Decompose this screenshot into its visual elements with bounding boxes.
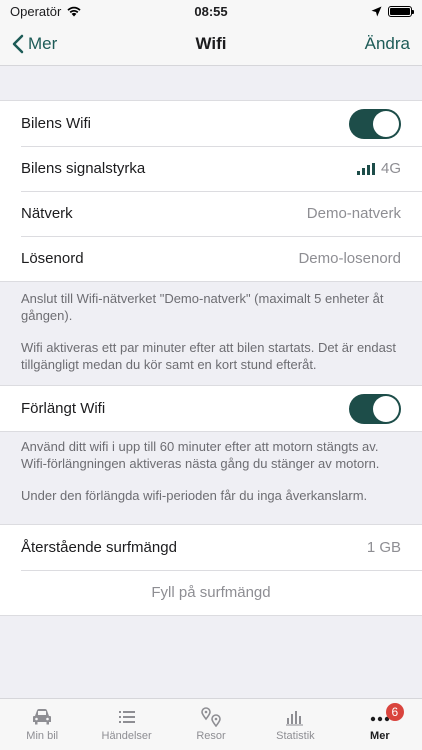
- password-row: Lösenord Demo-losenord: [0, 236, 422, 281]
- extended-footnote-p2: Under den förlängda wifi-perioden får du…: [21, 488, 368, 503]
- extended-footnote-p1: Använd ditt wifi i upp till 60 minuter e…: [21, 439, 380, 471]
- remaining-data-label: Återstående surfmängd: [21, 539, 177, 556]
- status-right: [371, 5, 414, 17]
- tab-label: Händelser: [101, 730, 152, 742]
- wifi-footnote: Anslut till Wifi-nätverket "Demo-natverk…: [0, 282, 422, 385]
- data-group: Återstående surfmängd 1 GB Fyll på surfm…: [0, 524, 422, 616]
- carrier-label: Operatör: [10, 3, 62, 19]
- tab-label: Statistik: [276, 730, 315, 742]
- extended-wifi-row: Förlängt Wifi: [0, 386, 422, 431]
- tab-label: Mer: [370, 730, 390, 742]
- tab-resor[interactable]: Resor: [169, 699, 253, 750]
- tab-statistik[interactable]: Statistik: [253, 699, 337, 750]
- tab-min-bil[interactable]: Min bil: [0, 699, 84, 750]
- car-icon: [33, 709, 52, 725]
- extended-wifi-label: Förlängt Wifi: [21, 400, 106, 417]
- edit-button[interactable]: Ändra: [365, 34, 410, 54]
- tab-label: Resor: [196, 730, 226, 742]
- battery-icon: [388, 5, 414, 17]
- tab-bar: Min bil Händelser Resor Statistik 6 Mer: [0, 698, 422, 750]
- status-bar: Operatör 08:55: [0, 0, 422, 22]
- navigation-bar: Mer Wifi Ändra: [0, 22, 422, 66]
- wifi-footnote-p1: Anslut till Wifi-nätverket "Demo-natverk…: [21, 291, 384, 323]
- network-value: Demo-natverk: [306, 205, 401, 222]
- refill-data-button[interactable]: Fyll på surfmängd: [0, 570, 422, 615]
- car-wifi-label: Bilens Wifi: [21, 115, 92, 132]
- tab-mer[interactable]: 6 Mer: [338, 699, 422, 750]
- toggle-knob: [373, 395, 399, 422]
- chevron-left-icon: [12, 34, 24, 53]
- tab-label: Min bil: [26, 730, 59, 742]
- wifi-settings-group: Bilens Wifi Bilens signalstyrka 4G Nätve…: [0, 100, 422, 282]
- signal-strength-value: 4G: [356, 160, 401, 177]
- notification-badge: 6: [385, 703, 404, 721]
- status-left: Operatör: [10, 4, 82, 19]
- location-arrow-icon: [371, 6, 382, 16]
- back-button[interactable]: Mer: [12, 34, 57, 54]
- signal-type: 4G: [380, 160, 401, 177]
- wifi-icon: [67, 6, 81, 17]
- network-label: Nätverk: [21, 205, 73, 222]
- list-icon: [118, 711, 135, 723]
- page-title: Wifi: [195, 33, 227, 53]
- extended-wifi-toggle[interactable]: [349, 393, 401, 424]
- password-label: Lösenord: [21, 250, 84, 267]
- content: Bilens Wifi Bilens signalstyrka 4G Nätve…: [0, 66, 422, 616]
- remaining-data-value: 1 GB: [366, 539, 401, 556]
- toggle-knob: [373, 110, 399, 137]
- extended-wifi-group: Förlängt Wifi: [0, 385, 422, 432]
- signal-bars-icon: [356, 162, 375, 175]
- tab-handelser[interactable]: Händelser: [84, 699, 168, 750]
- wifi-footnote-p2: Wifi aktiveras ett par minuter efter att…: [21, 340, 396, 372]
- network-row: Nätverk Demo-natverk: [0, 191, 422, 236]
- map-pin-icon: [201, 707, 221, 727]
- extended-footnote: Använd ditt wifi i upp till 60 minuter e…: [0, 432, 422, 524]
- signal-strength-row: Bilens signalstyrka 4G: [0, 146, 422, 191]
- back-label: Mer: [28, 33, 58, 53]
- password-value: Demo-losenord: [298, 250, 401, 267]
- car-wifi-toggle[interactable]: [349, 108, 401, 139]
- bar-chart-icon: [286, 711, 304, 726]
- remaining-data-row: Återstående surfmängd 1 GB: [0, 525, 422, 570]
- car-wifi-row: Bilens Wifi: [0, 101, 422, 146]
- signal-strength-label: Bilens signalstyrka: [21, 160, 146, 177]
